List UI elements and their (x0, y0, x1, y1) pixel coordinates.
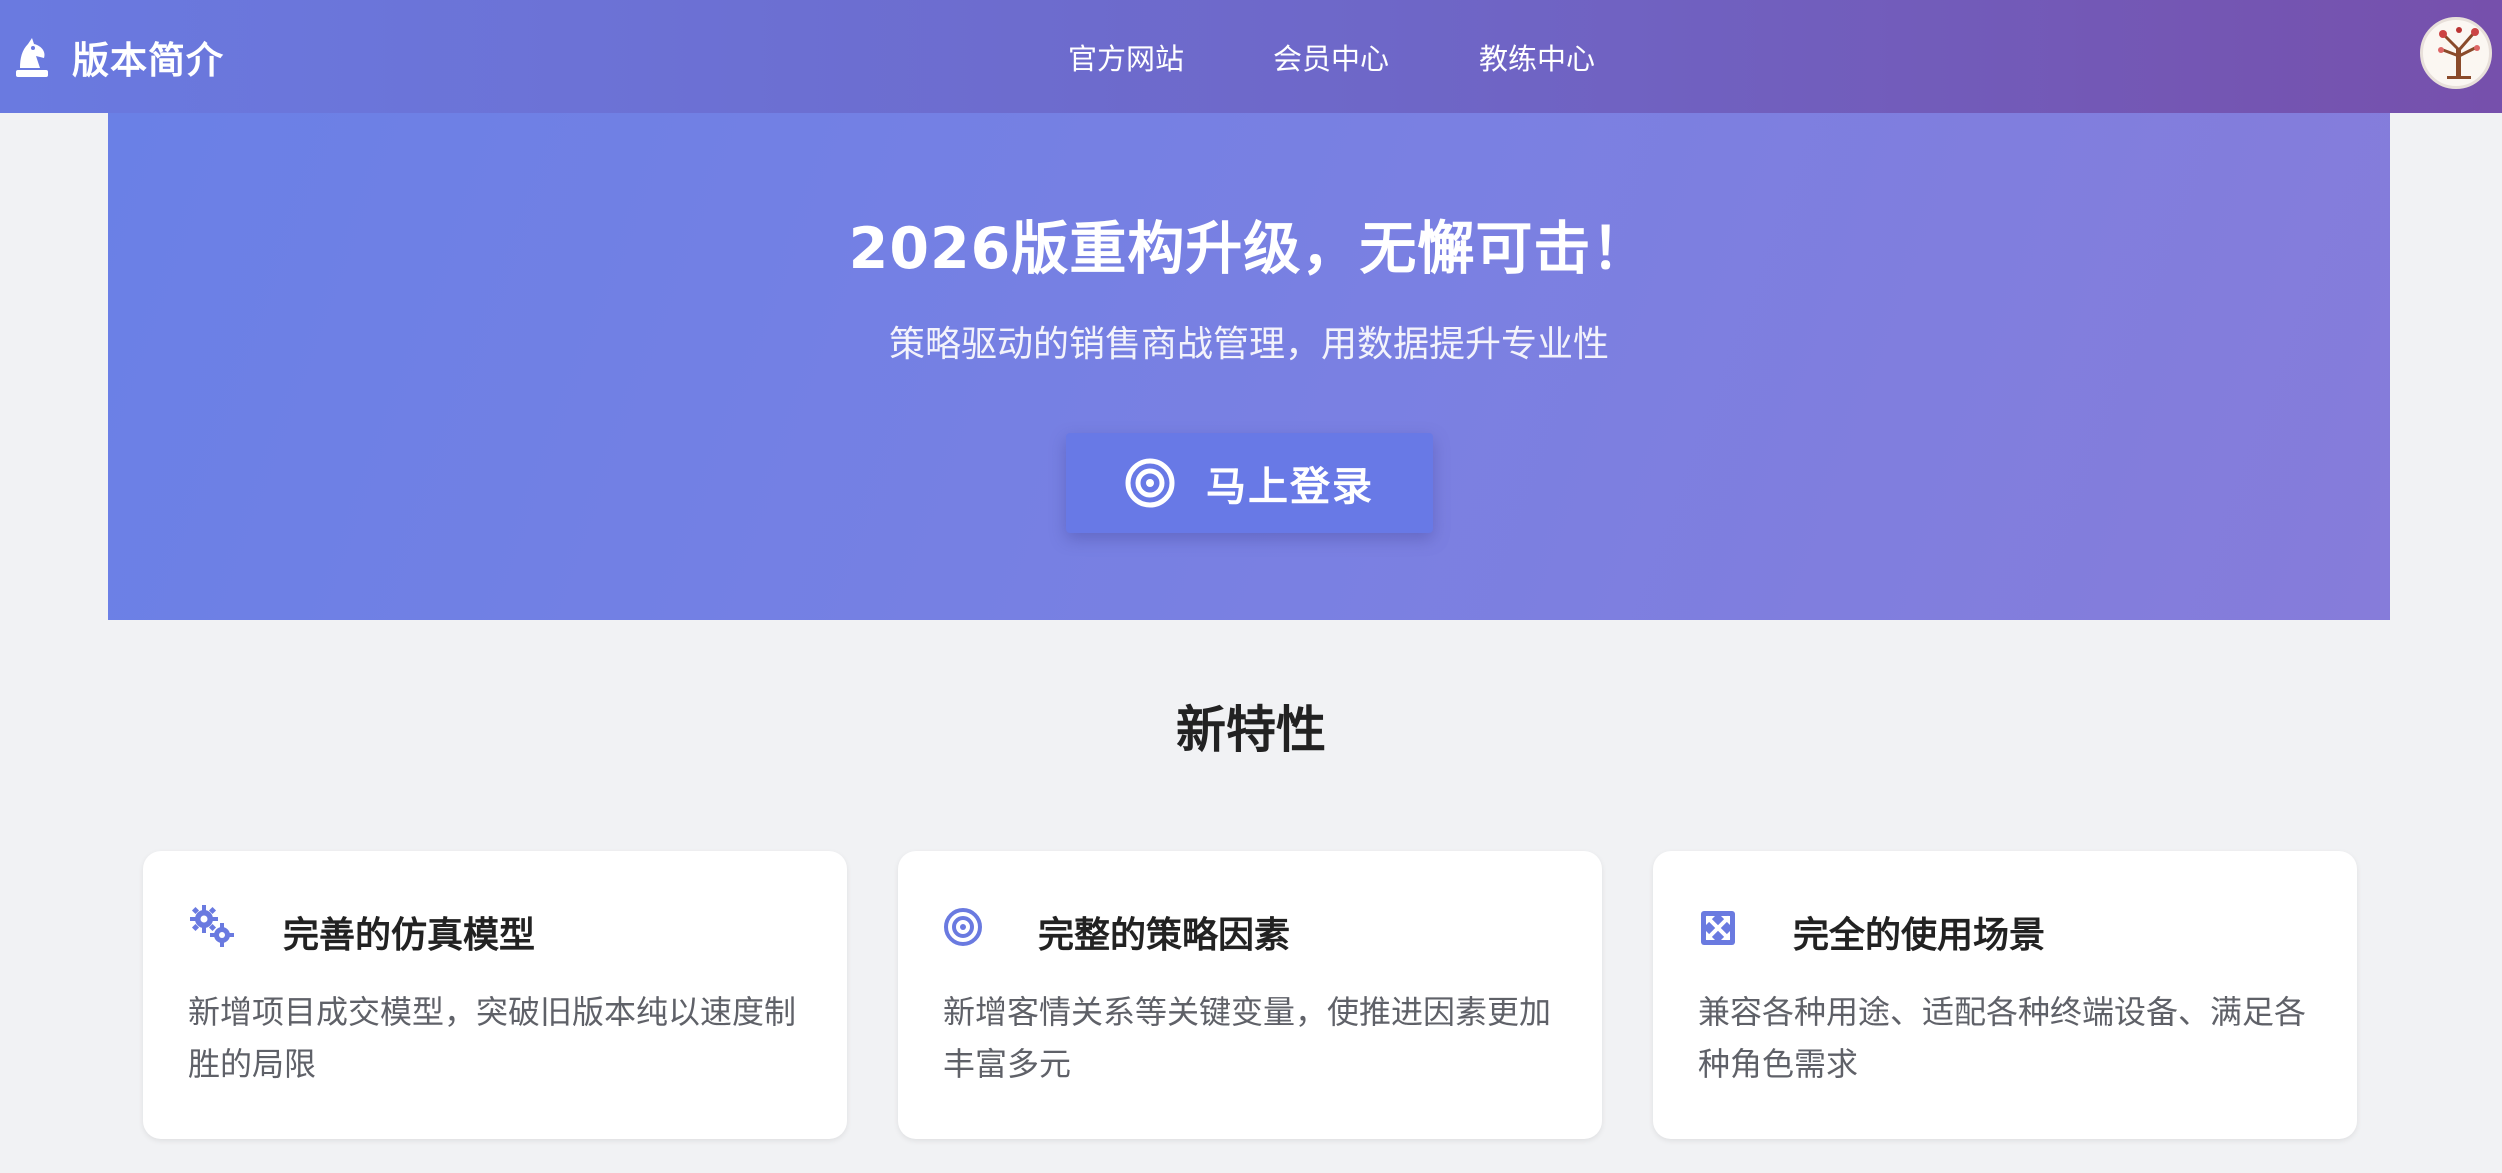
feature-card-scenarios: 完全的使用场景 兼容各种用途、适配各种终端设备、满足各种角色需求 (1653, 851, 2357, 1139)
expand-arrows-icon (1701, 911, 1735, 945)
hero-banner: 2026版重构升级，无懈可击！ 策略驱动的销售商战管理，用数据提升专业性 马上登… (108, 113, 2390, 620)
nav-coach-center[interactable]: 教练中心 (1479, 36, 1595, 78)
features-title: 新特性 (1176, 701, 1326, 759)
hero-subtitle: 策略驱动的销售商战管理，用数据提升专业性 (888, 324, 1609, 365)
feature-desc: 新增项目成交模型，突破旧版本纯以速度制胜的局限 (188, 993, 797, 1083)
feature-title: 完整的策略因素 (1038, 915, 1291, 956)
top-navbar: 版本简介 官方网站 会员中心 教练中心 (0, 0, 2502, 113)
nav-member-center[interactable]: 会员中心 (1273, 36, 1389, 78)
feature-title: 完善的仿真模型 (283, 915, 536, 956)
main-nav: 官方网站 会员中心 教练中心 (0, 0, 2502, 113)
gears-icon (190, 905, 234, 947)
hero-title: 2026版重构升级，无懈可击！ (848, 216, 1650, 282)
login-button-label: 马上登录 (1206, 464, 1374, 510)
feature-desc: 兼容各种用途、适配各种终端设备、满足各种角色需求 (1698, 993, 2307, 1083)
feature-card-strategy: 完整的策略因素 新增客情关系等关键变量，使推进因素更加丰富多元 (898, 851, 1602, 1139)
target-icon (1125, 458, 1175, 508)
login-button[interactable]: 马上登录 (1066, 433, 1433, 533)
feature-title: 完全的使用场景 (1793, 915, 2046, 956)
target-icon (944, 908, 982, 946)
feature-desc: 新增客情关系等关键变量，使推进因素更加丰富多元 (943, 993, 1552, 1083)
nav-official-site[interactable]: 官方网站 (1068, 36, 1184, 78)
feature-card-simulation: 完善的仿真模型 新增项目成交模型，突破旧版本纯以速度制胜的局限 (143, 851, 847, 1139)
avatar[interactable] (2420, 17, 2492, 89)
